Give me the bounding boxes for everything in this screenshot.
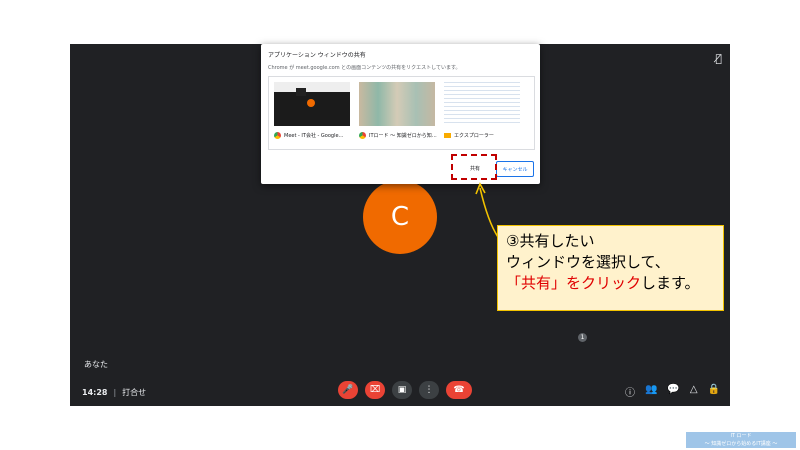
present-button[interactable]: ▣ [392,381,412,399]
side-actions: ⓘ 👥 💬 △ 🔒 [625,384,720,399]
chrome-icon [274,132,281,139]
separator: | [113,388,117,397]
dialog-title: アプリケーション ウィンドウの共有 [268,52,366,59]
window-label-text: ITロード ～ 知識ゼロから知… [369,133,437,139]
info-icon[interactable]: ⓘ [625,384,635,399]
watermark-title: IT ロード [730,433,752,439]
host-controls-icon[interactable]: 🔒 [708,384,720,399]
more-vert-icon: ⋮ [424,385,434,395]
present-icon: ▣ [397,385,407,395]
activities-icon[interactable]: △ [690,384,698,399]
watermark-subtitle: ～ 知識ゼロから始めるIT講座 ～ [704,441,778,447]
window-label-text: Meet - IT会社 - Google… [284,133,344,139]
watermark: IT ロード ～ 知識ゼロから始めるIT講座 ～ [686,432,796,448]
chat-icon[interactable]: 💬 [667,384,679,399]
phone-hangup-icon: ☎ [453,385,465,395]
callout-rest-text: します。 [641,274,700,292]
window-label-itroad[interactable]: ITロード ～ 知識ゼロから知… [359,132,437,139]
thumb-header [274,82,350,92]
participant-count-badge: 1 [578,333,587,342]
window-label-explorer[interactable]: エクスプローラー [444,132,494,139]
people-icon[interactable]: 👥 [645,384,657,399]
call-controls: 🎤 ⌧ ▣ ⋮ ☎ [338,381,472,399]
mic-off-icon: 🎙̸ [715,52,722,65]
more-options-button[interactable]: ⋮ [419,381,439,399]
window-label-meet[interactable]: Meet - IT会社 - Google… [274,132,344,139]
callout-line-2: ウィンドウを選択して、 [506,253,670,271]
instruction-callout: ③共有したい ウィンドウを選択して、 「共有」をクリックします。 [497,225,724,311]
thumb-avatar [307,99,315,107]
camera-toggle-button[interactable]: ⌧ [365,381,385,399]
meeting-name: 打合せ [122,388,147,397]
share-button-highlight [451,154,497,180]
clock-time: 14:28 [82,388,108,397]
camera-off-icon: ⌧ [369,385,381,395]
thumb-image [296,88,306,96]
window-thumbnail-meet[interactable] [274,82,350,126]
avatar: C [363,180,437,254]
cancel-button[interactable]: キャンセル [496,161,534,177]
meeting-info: 14:28 | 打合せ [82,387,146,398]
callout-line-3: 「共有」をクリックします。 [506,273,715,294]
chrome-icon [359,132,366,139]
end-call-button[interactable]: ☎ [446,381,472,399]
callout-line-1: ③共有したい [506,232,595,250]
callout-highlight-text: 「共有」をクリック [506,274,642,292]
window-picker: Meet - IT会社 - Google… ITロード ～ 知識ゼロから知… エ… [268,76,535,150]
folder-icon [444,133,451,138]
participant-name-label: あなた [84,360,108,369]
window-thumbnail-itroad[interactable] [359,82,435,126]
mic-off-icon: 🎤 [342,385,354,395]
dialog-subtitle: Chrome が meet.google.com との画面コンテンツの共有をリク… [268,65,461,71]
window-thumbnail-explorer[interactable] [444,82,520,126]
window-label-text: エクスプローラー [454,133,494,139]
mic-toggle-button[interactable]: 🎤 [338,381,358,399]
